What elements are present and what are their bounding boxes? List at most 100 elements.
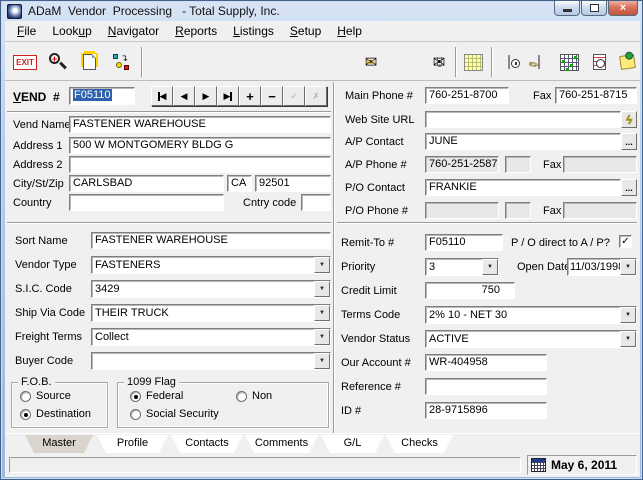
title-bar[interactable]: ADaM Vendor Processing - Total Supply, I… bbox=[1, 1, 642, 21]
country-field[interactable] bbox=[69, 194, 224, 211]
ap-phone-ext-field[interactable] bbox=[505, 156, 531, 173]
po-contact-field[interactable]: FRANKIE bbox=[425, 179, 621, 196]
menu-reports[interactable]: Reports bbox=[167, 22, 225, 40]
ap-fax-field[interactable] bbox=[563, 156, 637, 173]
prev-record-button[interactable]: ◀ bbox=[173, 86, 195, 106]
vend-name-field[interactable]: FASTENER WAREHOUSE bbox=[69, 116, 331, 133]
main-phone-field[interactable]: 760-251-8700 bbox=[425, 87, 509, 104]
id-number-field[interactable]: 28-9715896 bbox=[425, 402, 547, 419]
radio-icon bbox=[20, 391, 31, 402]
address2-label: Address 2 bbox=[13, 159, 63, 171]
add-record-button[interactable]: + bbox=[239, 86, 261, 106]
first-record-button[interactable]: ◀ bbox=[151, 86, 173, 106]
po-contact-more-button[interactable]: ... bbox=[621, 179, 637, 196]
ship-via-combo[interactable]: THEIR TRUCK▼ bbox=[91, 304, 331, 322]
chevron-down-icon[interactable]: ▼ bbox=[620, 331, 636, 347]
po-phone-label: P/O Phone # bbox=[345, 205, 408, 217]
chevron-down-icon[interactable]: ▼ bbox=[314, 257, 330, 273]
maximize-button[interactable] bbox=[581, 1, 607, 16]
fob-destination-option[interactable]: Destination bbox=[20, 408, 91, 420]
navigator-button[interactable]: ↴ bbox=[107, 48, 135, 76]
delete-record-button[interactable]: − bbox=[261, 86, 283, 106]
calendar-edit-button[interactable]: ✎ bbox=[525, 48, 553, 76]
vend-number-field[interactable]: F05110 bbox=[69, 87, 135, 105]
flag1099-non-option[interactable]: Non bbox=[236, 390, 272, 402]
note-button[interactable] bbox=[613, 48, 641, 76]
terms-code-combo[interactable]: 2% 10 - NET 30▼ bbox=[425, 306, 637, 324]
menu-navigator[interactable]: Navigator bbox=[100, 22, 167, 40]
flag1099-social-security-option[interactable]: Social Security bbox=[130, 408, 219, 420]
chevron-down-icon[interactable]: ▼ bbox=[482, 259, 498, 275]
open-date-combo[interactable]: 11/03/1998▼ bbox=[567, 258, 637, 276]
tab-profile[interactable]: Profile bbox=[97, 435, 168, 453]
state-field[interactable]: CA bbox=[227, 175, 252, 192]
ap-phone-field[interactable]: 760-251-2587 bbox=[425, 156, 499, 173]
next-record-button[interactable]: ▶ bbox=[195, 86, 217, 106]
po-phone-ext-field[interactable] bbox=[505, 202, 531, 219]
tab-comments[interactable]: Comments bbox=[245, 435, 318, 453]
priority-label: Priority bbox=[341, 261, 375, 273]
menu-setup[interactable]: Setup bbox=[282, 22, 329, 40]
menu-lookup[interactable]: Lookup bbox=[44, 22, 99, 40]
mail-attachment-button[interactable]: ✉ bbox=[425, 48, 453, 76]
fob-source-option[interactable]: Source bbox=[20, 390, 71, 402]
date-panel: May 6, 2011 bbox=[527, 455, 637, 475]
priority-combo[interactable]: 3▼ bbox=[425, 258, 499, 276]
close-button[interactable]: × bbox=[608, 1, 638, 16]
chevron-down-icon[interactable]: ▼ bbox=[314, 329, 330, 345]
vendor-type-combo[interactable]: FASTENERS▼ bbox=[91, 256, 331, 274]
grid-button[interactable] bbox=[555, 48, 583, 76]
main-fax-field[interactable]: 760-251-8715 bbox=[555, 87, 637, 104]
po-direct-checkbox[interactable]: ✓ bbox=[619, 235, 632, 248]
website-launch-button[interactable]: ϟ bbox=[621, 111, 637, 128]
compose-mail-button[interactable]: ✉✎ bbox=[357, 48, 385, 76]
zip-field[interactable]: 92501 bbox=[255, 175, 331, 192]
menu-help[interactable]: Help bbox=[329, 22, 370, 40]
exit-button[interactable]: EXIT bbox=[11, 48, 39, 76]
chevron-down-icon[interactable]: ▼ bbox=[314, 281, 330, 297]
city-field[interactable]: CARLSBAD bbox=[69, 175, 224, 192]
vendor-status-combo[interactable]: ACTIVE▼ bbox=[425, 330, 637, 348]
tab-checks[interactable]: Checks bbox=[386, 435, 453, 453]
delete-record-icon: − bbox=[268, 89, 276, 104]
toolbar-separator bbox=[141, 47, 143, 77]
po-phone-field[interactable] bbox=[425, 202, 499, 219]
tab-gl[interactable]: G/L bbox=[321, 435, 384, 453]
schedule-button[interactable] bbox=[585, 48, 613, 76]
our-account-field[interactable]: WR-404958 bbox=[425, 354, 547, 371]
credit-limit-field[interactable]: 750 bbox=[425, 282, 515, 299]
flag1099-federal-option[interactable]: Federal bbox=[130, 390, 183, 402]
chevron-down-icon[interactable]: ▼ bbox=[620, 259, 636, 275]
website-field[interactable] bbox=[425, 111, 621, 128]
lookup-button[interactable]: + bbox=[43, 48, 71, 76]
minimize-button[interactable] bbox=[554, 1, 580, 16]
remit-to-field[interactable]: F05110 bbox=[425, 234, 503, 251]
chevron-down-icon[interactable]: ▼ bbox=[314, 353, 330, 369]
address1-field[interactable]: 500 W MONTGOMERY BLDG G bbox=[69, 137, 331, 154]
ap-contact-field[interactable]: JUNE bbox=[425, 133, 621, 150]
reference-field[interactable] bbox=[425, 378, 547, 395]
grid-icon bbox=[560, 54, 579, 71]
buyer-code-combo[interactable]: ▼ bbox=[91, 352, 331, 370]
chevron-down-icon[interactable]: ▼ bbox=[314, 305, 330, 321]
menu-listings[interactable]: Listings bbox=[225, 22, 282, 40]
menu-file[interactable]: File bbox=[9, 22, 44, 40]
freight-terms-label: Freight Terms bbox=[15, 331, 82, 343]
menu-bar: File Lookup Navigator Reports Listings S… bbox=[5, 21, 640, 42]
tab-master[interactable]: Master bbox=[25, 435, 93, 453]
address2-field[interactable] bbox=[69, 156, 331, 173]
post-edit-button[interactable]: ✓ bbox=[283, 86, 305, 106]
po-fax-field[interactable] bbox=[563, 202, 637, 219]
ap-contact-more-button[interactable]: ... bbox=[621, 133, 637, 150]
tab-contacts[interactable]: Contacts bbox=[171, 435, 243, 453]
freight-terms-combo[interactable]: Collect▼ bbox=[91, 328, 331, 346]
last-record-button[interactable]: ▶ bbox=[217, 86, 239, 106]
cntry-code-field[interactable] bbox=[301, 194, 331, 211]
new-record-button[interactable] bbox=[75, 48, 103, 76]
chevron-down-icon[interactable]: ▼ bbox=[620, 307, 636, 323]
sic-code-combo[interactable]: 3429▼ bbox=[91, 280, 331, 298]
sort-name-field[interactable]: FASTENER WAREHOUSE bbox=[91, 232, 331, 249]
table-button[interactable] bbox=[459, 48, 487, 76]
cancel-edit-button[interactable]: ✗ bbox=[305, 86, 327, 106]
calendar-clock-button[interactable] bbox=[495, 48, 523, 76]
